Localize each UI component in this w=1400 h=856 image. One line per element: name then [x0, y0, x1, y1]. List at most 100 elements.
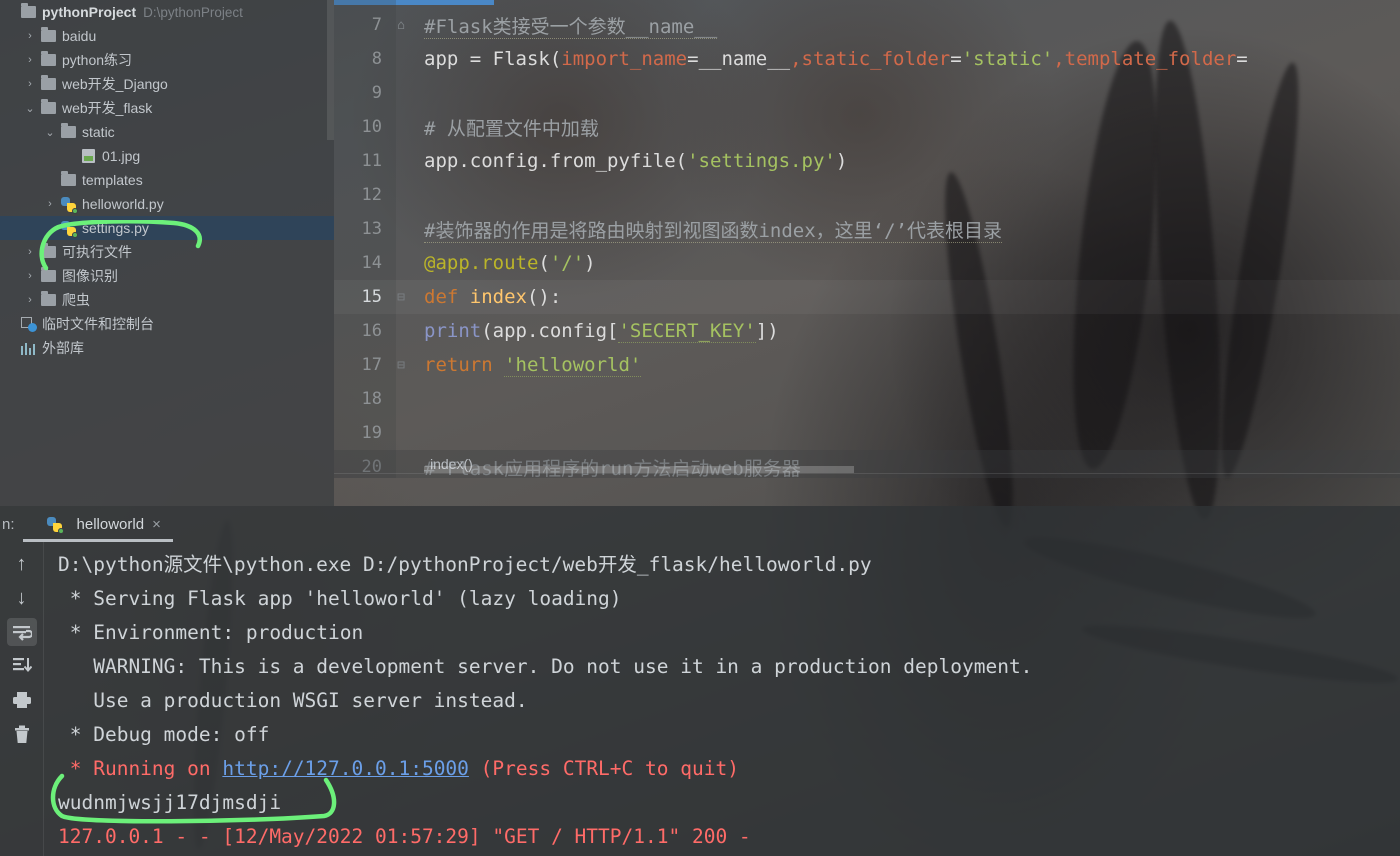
code-line-8[interactable]: 8 app = Flask(import_name=__name__,static… — [334, 42, 1400, 76]
breadcrumb[interactable]: index() — [334, 450, 1400, 478]
tree-item-label: baidu — [62, 28, 97, 44]
console-line-debug: * Debug mode: off — [58, 723, 270, 746]
line-number: 8 — [371, 49, 382, 69]
code-line-10[interactable]: 10 # 从配置文件中加载 — [334, 110, 1400, 144]
project-tree-list[interactable]: › pythonProject D:\pythonProject › baidu › pyt… — [0, 0, 334, 360]
code-text: app = Flask(import_name=__name__,static_… — [424, 48, 1248, 70]
tree-item-templates[interactable]: ›templates — [0, 168, 334, 192]
soft-wrap-icon[interactable] — [6, 618, 37, 646]
external-library-icon — [18, 342, 38, 355]
chevron-right-icon[interactable]: › — [22, 30, 38, 42]
print-icon[interactable] — [7, 686, 37, 714]
tree-item-python-lianxi[interactable]: › python练习 — [0, 48, 334, 72]
scroll-up-icon[interactable]: ↑ — [7, 550, 37, 578]
chevron-right-icon[interactable]: › — [22, 54, 38, 66]
console-line-running: * Running on http://127.0.0.1:5000 (Pres… — [58, 752, 1390, 786]
folder-icon — [38, 243, 58, 258]
scroll-down-icon[interactable]: ↓ — [7, 584, 37, 612]
code-fold-icon[interactable]: ⊟ — [390, 358, 412, 373]
code-lines[interactable]: 7 ⌂ #Flask类接受一个参数__name__ 8 app = Flask(impo… — [334, 0, 1400, 484]
code-line-12[interactable]: 12 — [334, 178, 1400, 212]
editor-horizontal-scrollbar[interactable] — [424, 466, 854, 473]
folder-icon — [18, 3, 38, 18]
close-icon[interactable]: × — [152, 516, 161, 533]
chevron-right-icon[interactable]: › — [22, 270, 38, 282]
trash-icon[interactable] — [7, 720, 37, 748]
code-line-19[interactable]: 19 — [334, 416, 1400, 450]
folder-icon — [38, 267, 58, 282]
code-line-15[interactable]: 15 ⊟ def index(): — [334, 280, 1400, 314]
tree-item-label: 01.jpg — [102, 148, 141, 164]
tree-item-label: static — [82, 124, 115, 140]
console-line-access-log: 127.0.0.1 - - [12/May/2022 01:57:29] "GE… — [58, 825, 751, 848]
chevron-down-icon[interactable]: ⌄ — [42, 126, 58, 139]
python-file-icon — [58, 196, 78, 214]
line-number: 13 — [361, 219, 382, 239]
code-line-7[interactable]: 7 ⌂ #Flask类接受一个参数__name__ — [334, 8, 1400, 42]
code-text: #Flask类接受一个参数__name__ — [424, 15, 718, 39]
chevron-down-icon[interactable]: ⌄ — [22, 102, 38, 115]
run-tab-bar[interactable]: n: helloworld × — [0, 506, 1400, 542]
console-line-warning: WARNING: This is a development server. D… — [58, 655, 1033, 678]
scroll-to-end-icon[interactable] — [7, 652, 37, 680]
line-number: 16 — [361, 321, 382, 341]
chevron-right-icon[interactable]: › — [22, 246, 38, 258]
tree-item-static[interactable]: ⌄ static — [0, 120, 334, 144]
image-file-icon — [78, 149, 98, 163]
code-fold-icon[interactable]: ⊟ — [390, 290, 412, 305]
tree-item-scratches[interactable]: ›临时文件和控制台 — [0, 312, 334, 336]
tree-item-pachong[interactable]: › 爬虫 — [0, 288, 334, 312]
code-line-11[interactable]: 11 app.config.from_pyfile('settings.py') — [334, 144, 1400, 178]
code-line-14[interactable]: 14 @app.route('/') — [334, 246, 1400, 280]
code-line-17[interactable]: 17 ⊟ return 'helloworld' — [334, 348, 1400, 382]
console-line-cmdline: D:\python源文件\python.exe D:/pythonProject… — [58, 553, 872, 576]
tree-item-pythonProject[interactable]: ›pythonProjectD:\pythonProject — [0, 0, 334, 24]
tree-item-path: D:\pythonProject — [143, 4, 243, 20]
tree-item-kezhixing[interactable]: › 可执行文件 — [0, 240, 334, 264]
line-number: 10 — [361, 117, 382, 137]
tree-item-label: web开发_flask — [62, 100, 153, 116]
line-number: 15 — [361, 287, 382, 307]
tree-item-01-jpg[interactable]: ›01.jpg — [0, 144, 334, 168]
code-fold-icon[interactable]: ⌂ — [390, 18, 412, 33]
tree-item-settings-py[interactable]: ›settings.py — [0, 216, 334, 240]
running-suffix: (Press CTRL+C to quit) — [468, 757, 739, 780]
tree-item-web-flask[interactable]: ⌄ web开发_flask — [0, 96, 334, 120]
tree-item-web-django[interactable]: › web开发_Django — [0, 72, 334, 96]
console-toolbar[interactable]: ↑ ↓ — [0, 542, 44, 856]
sidebar-scrollbar[interactable] — [327, 0, 334, 140]
line-number: 14 — [361, 253, 382, 273]
tree-item-label: settings.py — [82, 220, 149, 236]
tree-item-helloworld-py[interactable]: › helloworld.py — [0, 192, 334, 216]
chevron-right-icon[interactable]: › — [22, 294, 38, 306]
tree-item-label: python练习 — [62, 52, 133, 68]
project-tree-panel[interactable]: › pythonProject D:\pythonProject › baidu › pyt… — [0, 0, 334, 506]
code-line-18[interactable]: 18 — [334, 382, 1400, 416]
folder-icon — [58, 171, 78, 186]
run-tab-helloworld[interactable]: helloworld × — [22, 512, 173, 542]
tree-item-baidu[interactable]: › baidu — [0, 24, 334, 48]
code-line-13[interactable]: 13 #装饰器的作用是将路由映射到视图函数index，这里‘/’代表根目录 — [334, 212, 1400, 246]
line-number: 9 — [371, 83, 382, 103]
folder-icon — [38, 51, 58, 66]
chevron-right-icon[interactable]: › — [22, 78, 38, 90]
tree-item-label: 外部库 — [42, 340, 84, 356]
console-output[interactable]: D:\python源文件\python.exe D:/pythonProject… — [44, 542, 1400, 856]
console-line-environment: * Environment: production — [58, 621, 364, 644]
code-editor[interactable]: 7 ⌂ #Flask类接受一个参数__name__ 8 app = Flask(impo… — [334, 0, 1400, 480]
tree-item-label: 临时文件和控制台 — [42, 316, 154, 332]
python-file-icon — [45, 516, 65, 534]
tree-item-label: pythonProject — [42, 4, 137, 20]
code-line-16[interactable]: 16 print(app.config['SECERT_KEY']) — [334, 314, 1400, 348]
chevron-right-icon[interactable]: › — [42, 198, 58, 210]
server-url-link[interactable]: http://127.0.0.1:5000 — [222, 757, 469, 780]
tree-item-external-libs[interactable]: ›外部库 — [0, 336, 334, 360]
folder-icon — [38, 75, 58, 90]
run-panel-label: n: — [2, 515, 15, 533]
code-text: #装饰器的作用是将路由映射到视图函数index，这里‘/’代表根目录 — [424, 219, 1002, 243]
tree-item-label: 爬虫 — [62, 292, 90, 308]
run-console-panel[interactable]: n: helloworld × ↑ ↓ D:\python源文件\python.e… — [0, 506, 1400, 856]
running-prefix: * Running on — [58, 757, 223, 780]
code-line-9[interactable]: 9 — [334, 76, 1400, 110]
tree-item-tuxiangshibie[interactable]: › 图像识别 — [0, 264, 334, 288]
